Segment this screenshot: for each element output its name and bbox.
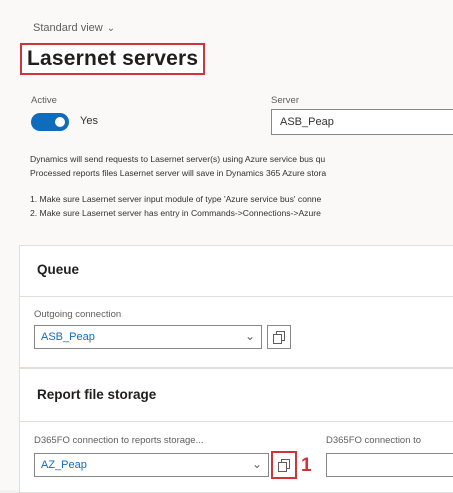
queue-section-title[interactable]: Queue xyxy=(20,262,79,277)
outgoing-connection-combo[interactable]: ASB_Peap ⌄ xyxy=(34,325,262,349)
title-highlight: Lasernet servers xyxy=(20,43,206,75)
view-selector[interactable]: Standard view ⌄ xyxy=(33,22,115,34)
report-storage-section-title[interactable]: Report file storage xyxy=(20,387,156,402)
reports-storage-connection-value[interactable]: AZ_Peap xyxy=(41,459,87,471)
copy-button-highlighted[interactable] xyxy=(271,451,297,479)
reports-storage-connection-combo[interactable]: AZ_Peap ⌄ xyxy=(34,453,269,477)
divider xyxy=(20,421,453,422)
reports-storage-connection-label: D365FO connection to reports storage... xyxy=(34,435,204,446)
active-value: Yes xyxy=(80,115,98,127)
second-connection-field[interactable] xyxy=(326,453,453,477)
chevron-down-icon: ⌄ xyxy=(106,23,116,34)
info-line-1: Dynamics will send requests to Lasernet … xyxy=(30,154,326,164)
chevron-down-icon[interactable]: ⌄ xyxy=(245,329,255,343)
copy-icon xyxy=(278,458,290,472)
info-line-2: Processed reports files Lasernet server … xyxy=(30,168,327,178)
outgoing-connection-value[interactable]: ASB_Peap xyxy=(41,331,95,343)
queue-section: Queue Outgoing connection ASB_Peap ⌄ xyxy=(19,245,453,368)
report-storage-section: Report file storage D365FO connection to… xyxy=(19,368,453,493)
view-label: Standard view xyxy=(33,22,103,34)
toggle-knob xyxy=(55,117,65,127)
copy-icon xyxy=(273,330,285,344)
divider xyxy=(20,296,453,297)
page: Standard view ⌄ Lasernet servers Active Y… xyxy=(0,0,453,493)
info-step-1: 1. Make sure Lasernet server input modul… xyxy=(30,194,322,204)
active-toggle[interactable] xyxy=(31,113,69,131)
server-field[interactable]: ASB_Peap xyxy=(271,109,453,135)
info-step-2: 2. Make sure Lasernet server has entry i… xyxy=(30,208,321,218)
outgoing-connection-label: Outgoing connection xyxy=(34,309,122,320)
copy-button[interactable] xyxy=(267,325,291,349)
chevron-down-icon[interactable]: ⌄ xyxy=(252,457,262,471)
page-title: Lasernet servers xyxy=(27,47,199,70)
annotation-marker: 1 xyxy=(301,455,312,476)
second-connection-label: D365FO connection to xyxy=(326,435,422,446)
server-label: Server xyxy=(271,95,299,106)
active-label: Active xyxy=(31,95,57,106)
